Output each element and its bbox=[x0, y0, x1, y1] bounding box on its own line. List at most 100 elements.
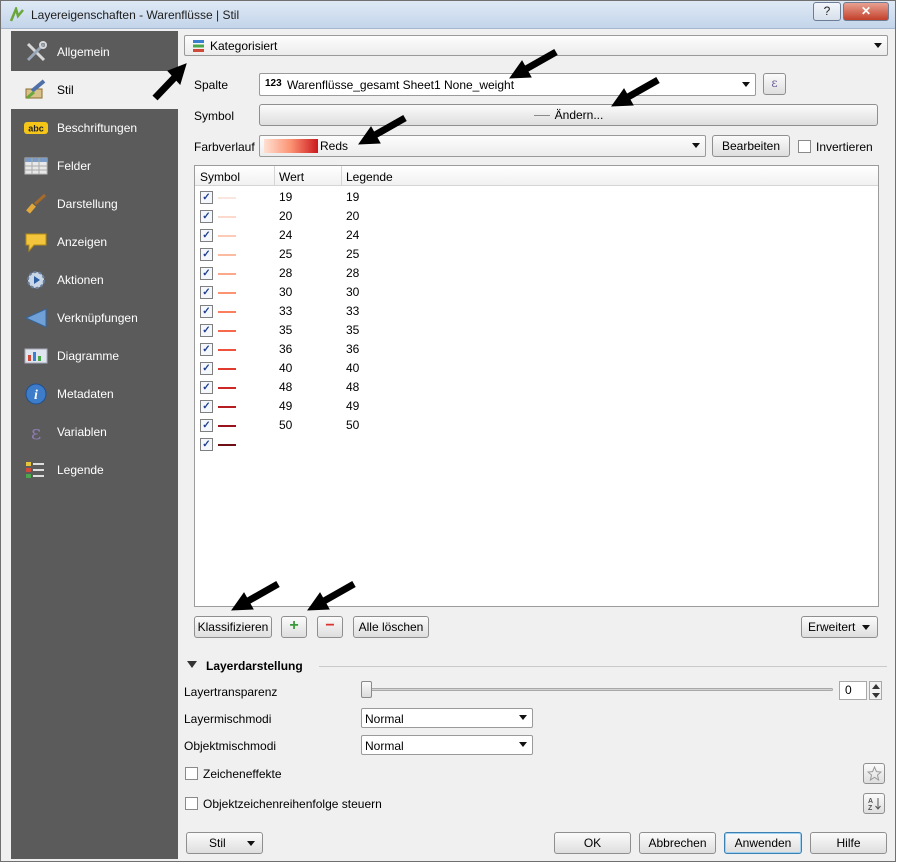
row-legend[interactable]: 49 bbox=[346, 399, 359, 413]
row-legend[interactable]: 35 bbox=[346, 323, 359, 337]
sidebar-item-aktionen[interactable]: Aktionen bbox=[11, 261, 178, 299]
transparency-slider[interactable] bbox=[363, 688, 833, 691]
row-checkbox[interactable]: ✓ bbox=[200, 286, 213, 299]
sidebar-item-legende[interactable]: Legende bbox=[11, 451, 178, 489]
row-checkbox[interactable]: ✓ bbox=[200, 324, 213, 337]
row-value[interactable]: 20 bbox=[279, 209, 292, 223]
feature-blend-combo[interactable]: Normal bbox=[361, 735, 533, 755]
invert-checkbox[interactable] bbox=[798, 140, 811, 153]
row-value[interactable]: 49 bbox=[279, 399, 292, 413]
change-symbol-button[interactable]: Ändern... bbox=[259, 104, 878, 126]
category-table[interactable]: Symbol Wert Legende ✓ 19 19 ✓ 20 20 ✓ 24 24 ✓ 25 25… bbox=[194, 165, 879, 607]
row-checkbox[interactable]: ✓ bbox=[200, 305, 213, 318]
table-row[interactable]: ✓ 50 50 bbox=[195, 416, 878, 435]
symbol-order-button[interactable]: A Z bbox=[863, 793, 885, 814]
header-symbol[interactable]: Symbol bbox=[200, 170, 240, 184]
table-row[interactable]: ✓ 30 30 bbox=[195, 283, 878, 302]
edit-ramp-button[interactable]: Bearbeiten bbox=[712, 135, 790, 157]
section-title[interactable]: Layerdarstellung bbox=[206, 659, 303, 673]
row-checkbox[interactable]: ✓ bbox=[200, 191, 213, 204]
row-value[interactable]: 36 bbox=[279, 342, 292, 356]
table-row[interactable]: ✓ bbox=[195, 435, 878, 454]
effects-checkbox[interactable] bbox=[185, 767, 198, 780]
row-value[interactable]: 28 bbox=[279, 266, 292, 280]
blend-mode-combo[interactable]: Normal bbox=[361, 708, 533, 728]
table-row[interactable]: ✓ 35 35 bbox=[195, 321, 878, 340]
row-legend[interactable]: 24 bbox=[346, 228, 359, 242]
row-legend[interactable]: 40 bbox=[346, 361, 359, 375]
row-legend[interactable]: 19 bbox=[346, 190, 359, 204]
sidebar-item-beschriftungen[interactable]: abc Beschriftungen bbox=[11, 109, 178, 147]
ok-button[interactable]: OK bbox=[554, 832, 631, 854]
row-value[interactable]: 24 bbox=[279, 228, 292, 242]
sidebar-item-anzeigen[interactable]: Anzeigen bbox=[11, 223, 178, 261]
close-button[interactable]: ✕ bbox=[843, 2, 889, 21]
row-legend[interactable]: 30 bbox=[346, 285, 359, 299]
row-checkbox[interactable]: ✓ bbox=[200, 381, 213, 394]
remove-category-button[interactable]: − bbox=[317, 616, 343, 638]
row-checkbox[interactable]: ✓ bbox=[200, 210, 213, 223]
table-row[interactable]: ✓ 24 24 bbox=[195, 226, 878, 245]
spin-up-icon[interactable] bbox=[872, 684, 880, 689]
row-value[interactable]: 50 bbox=[279, 418, 292, 432]
row-checkbox[interactable]: ✓ bbox=[200, 229, 213, 242]
delete-all-button[interactable]: Alle löschen bbox=[353, 616, 429, 638]
help-button[interactable]: Hilfe bbox=[810, 832, 887, 854]
apply-button[interactable]: Anwenden bbox=[724, 832, 802, 854]
row-legend[interactable]: 20 bbox=[346, 209, 359, 223]
row-checkbox[interactable]: ✓ bbox=[200, 362, 213, 375]
row-checkbox[interactable]: ✓ bbox=[200, 400, 213, 413]
classify-button[interactable]: Klassifizieren bbox=[194, 616, 272, 638]
sidebar-item-verknuepfungen[interactable]: Verknüpfungen bbox=[11, 299, 178, 337]
sidebar-item-diagramme[interactable]: Diagramme bbox=[11, 337, 178, 375]
sidebar-item-felder[interactable]: Felder bbox=[11, 147, 178, 185]
collapse-triangle-icon[interactable] bbox=[187, 661, 197, 668]
row-value[interactable]: 40 bbox=[279, 361, 292, 375]
effects-settings-button[interactable] bbox=[863, 763, 885, 784]
sidebar-item-allgemein[interactable]: Allgemein bbox=[11, 33, 178, 71]
style-menu-button[interactable]: Stil bbox=[186, 832, 263, 854]
row-legend[interactable]: 48 bbox=[346, 380, 359, 394]
row-value[interactable]: 19 bbox=[279, 190, 292, 204]
table-row[interactable]: ✓ 20 20 bbox=[195, 207, 878, 226]
add-category-button[interactable]: + bbox=[281, 616, 307, 638]
table-row[interactable]: ✓ 33 33 bbox=[195, 302, 878, 321]
renderer-type-combo[interactable]: Kategorisiert bbox=[184, 35, 888, 56]
row-legend[interactable]: 50 bbox=[346, 418, 359, 432]
row-legend[interactable]: 25 bbox=[346, 247, 359, 261]
header-legend[interactable]: Legende bbox=[346, 170, 393, 184]
header-value[interactable]: Wert bbox=[279, 170, 304, 184]
table-row[interactable]: ✓ 19 19 bbox=[195, 188, 878, 207]
row-value[interactable]: 33 bbox=[279, 304, 292, 318]
row-legend[interactable]: 33 bbox=[346, 304, 359, 318]
row-checkbox[interactable]: ✓ bbox=[200, 419, 213, 432]
column-combo[interactable]: 123 Warenflüsse_gesamt Sheet1 None_weigh… bbox=[259, 73, 756, 96]
sidebar-item-stil[interactable]: Stil bbox=[11, 71, 178, 109]
row-legend[interactable]: 36 bbox=[346, 342, 359, 356]
help-title-button[interactable]: ? bbox=[813, 2, 841, 21]
table-row[interactable]: ✓ 48 48 bbox=[195, 378, 878, 397]
row-checkbox[interactable]: ✓ bbox=[200, 267, 213, 280]
advanced-button[interactable]: Erweitert bbox=[801, 616, 878, 638]
row-value[interactable]: 48 bbox=[279, 380, 292, 394]
sidebar-item-variablen[interactable]: ε Variablen bbox=[11, 413, 178, 451]
slider-handle[interactable] bbox=[361, 681, 372, 698]
spin-arrows[interactable] bbox=[869, 681, 882, 700]
table-row[interactable]: ✓ 40 40 bbox=[195, 359, 878, 378]
table-row[interactable]: ✓ 36 36 bbox=[195, 340, 878, 359]
symbol-order-checkbox[interactable] bbox=[185, 797, 198, 810]
row-checkbox[interactable]: ✓ bbox=[200, 343, 213, 356]
transparency-spinbox[interactable]: 0 bbox=[839, 681, 867, 700]
table-row[interactable]: ✓ 49 49 bbox=[195, 397, 878, 416]
row-checkbox[interactable]: ✓ bbox=[200, 438, 213, 451]
row-value[interactable]: 25 bbox=[279, 247, 292, 261]
table-row[interactable]: ✓ 28 28 bbox=[195, 264, 878, 283]
sidebar-item-metadaten[interactable]: i Metadaten bbox=[11, 375, 178, 413]
table-row[interactable]: ✓ 25 25 bbox=[195, 245, 878, 264]
row-value[interactable]: 35 bbox=[279, 323, 292, 337]
cancel-button[interactable]: Abbrechen bbox=[639, 832, 716, 854]
row-checkbox[interactable]: ✓ bbox=[200, 248, 213, 261]
color-ramp-combo[interactable]: Reds bbox=[259, 135, 706, 157]
row-legend[interactable]: 28 bbox=[346, 266, 359, 280]
sidebar-item-darstellung[interactable]: Darstellung bbox=[11, 185, 178, 223]
